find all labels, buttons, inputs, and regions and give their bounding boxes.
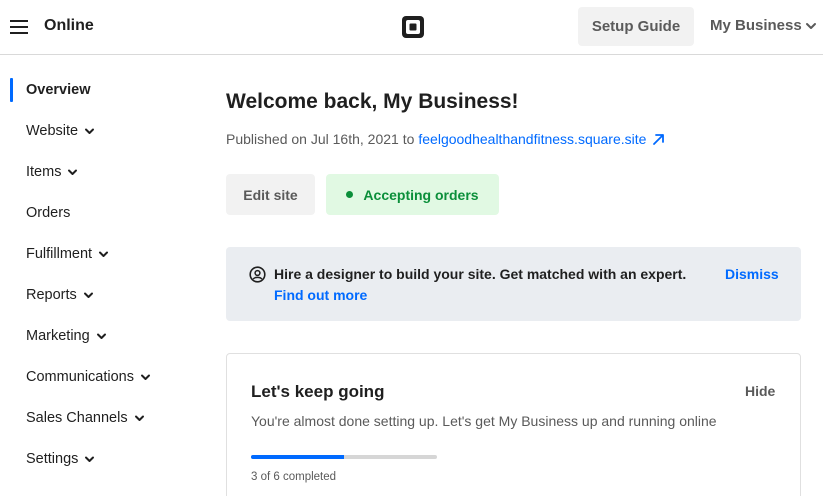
dismiss-button[interactable]: Dismiss xyxy=(725,266,779,282)
sidebar-item-label: Website xyxy=(26,123,79,139)
chevron-down-icon xyxy=(68,169,78,175)
accepting-orders-label: Accepting orders xyxy=(363,186,479,203)
progress-bar xyxy=(251,455,437,459)
sidebar-item-label: Communications xyxy=(26,369,134,385)
sidebar-item-sales-channels[interactable]: Sales Channels xyxy=(26,410,145,426)
progress-fill xyxy=(251,455,344,459)
setup-progress-card: Let's keep going Hide You're almost done… xyxy=(226,353,801,496)
card-subtitle: You're almost done setting up. Let's get… xyxy=(251,413,717,429)
sidebar-item-overview[interactable]: Overview xyxy=(26,82,91,98)
sidebar-item-reports[interactable]: Reports xyxy=(26,287,94,303)
sidebar-item-label: Reports xyxy=(26,287,77,303)
sidebar-item-items[interactable]: Items xyxy=(26,164,78,180)
chevron-down-icon xyxy=(85,456,95,462)
sidebar-item-label: Orders xyxy=(26,205,71,221)
progress-label: 3 of 6 completed xyxy=(251,471,337,483)
sidebar-item-website[interactable]: Website xyxy=(26,123,95,139)
banner-text: Hire a designer to build your site. Get … xyxy=(274,266,687,282)
site-url-link[interactable]: feelgoodhealthandfitness.square.site xyxy=(418,131,646,147)
square-logo-icon[interactable] xyxy=(401,15,425,39)
chevron-down-icon xyxy=(99,251,109,257)
chevron-down-icon xyxy=(83,292,93,298)
hide-button[interactable]: Hide xyxy=(745,383,775,399)
sidebar-item-label: Sales Channels xyxy=(26,410,128,426)
sidebar-item-label: Items xyxy=(26,164,62,180)
status-dot-icon xyxy=(346,191,354,198)
external-link-icon[interactable] xyxy=(652,133,665,146)
sidebar-item-label: Settings xyxy=(26,451,79,467)
hamburger-menu-icon[interactable] xyxy=(10,18,28,36)
sidebar: Overview Website Items Orders Fulfillment Rep… xyxy=(0,56,200,496)
business-menu-label: My Business xyxy=(710,17,802,34)
published-text: Published on Jul 16th, 2021 to xyxy=(226,131,415,147)
setup-guide-button[interactable]: Setup Guide xyxy=(578,7,694,46)
chevron-down-icon xyxy=(805,22,816,29)
chevron-down-icon xyxy=(96,333,106,339)
business-menu-button[interactable]: My Business xyxy=(710,17,817,34)
card-title: Let's keep going xyxy=(251,382,385,401)
designer-icon xyxy=(249,266,266,283)
app-title: Online xyxy=(44,17,94,34)
designer-banner: Hire a designer to build your site. Get … xyxy=(226,247,801,321)
edit-site-button[interactable]: Edit site xyxy=(226,174,315,215)
sidebar-item-marketing[interactable]: Marketing xyxy=(26,328,107,344)
chevron-down-icon xyxy=(134,415,144,421)
sidebar-item-orders[interactable]: Orders xyxy=(26,205,70,221)
chevron-down-icon xyxy=(141,374,150,380)
page-title: Welcome back, My Business! xyxy=(226,90,519,113)
sidebar-item-communications[interactable]: Communications xyxy=(26,369,151,385)
chevron-down-icon xyxy=(85,128,95,134)
sidebar-item-fulfillment[interactable]: Fulfillment xyxy=(26,246,109,262)
sidebar-item-label: Marketing xyxy=(26,328,90,344)
active-indicator xyxy=(10,78,13,102)
find-out-more-link[interactable]: Find out more xyxy=(274,287,367,303)
published-info: Published on Jul 16th, 2021 to feelgoodh… xyxy=(226,131,665,147)
sidebar-item-label: Overview xyxy=(26,82,91,98)
top-bar: Online Setup Guide My Business xyxy=(0,0,823,55)
sidebar-item-settings[interactable]: Settings xyxy=(26,451,95,467)
sidebar-item-label: Fulfillment xyxy=(26,246,93,262)
accepting-orders-button[interactable]: Accepting orders xyxy=(326,174,499,215)
